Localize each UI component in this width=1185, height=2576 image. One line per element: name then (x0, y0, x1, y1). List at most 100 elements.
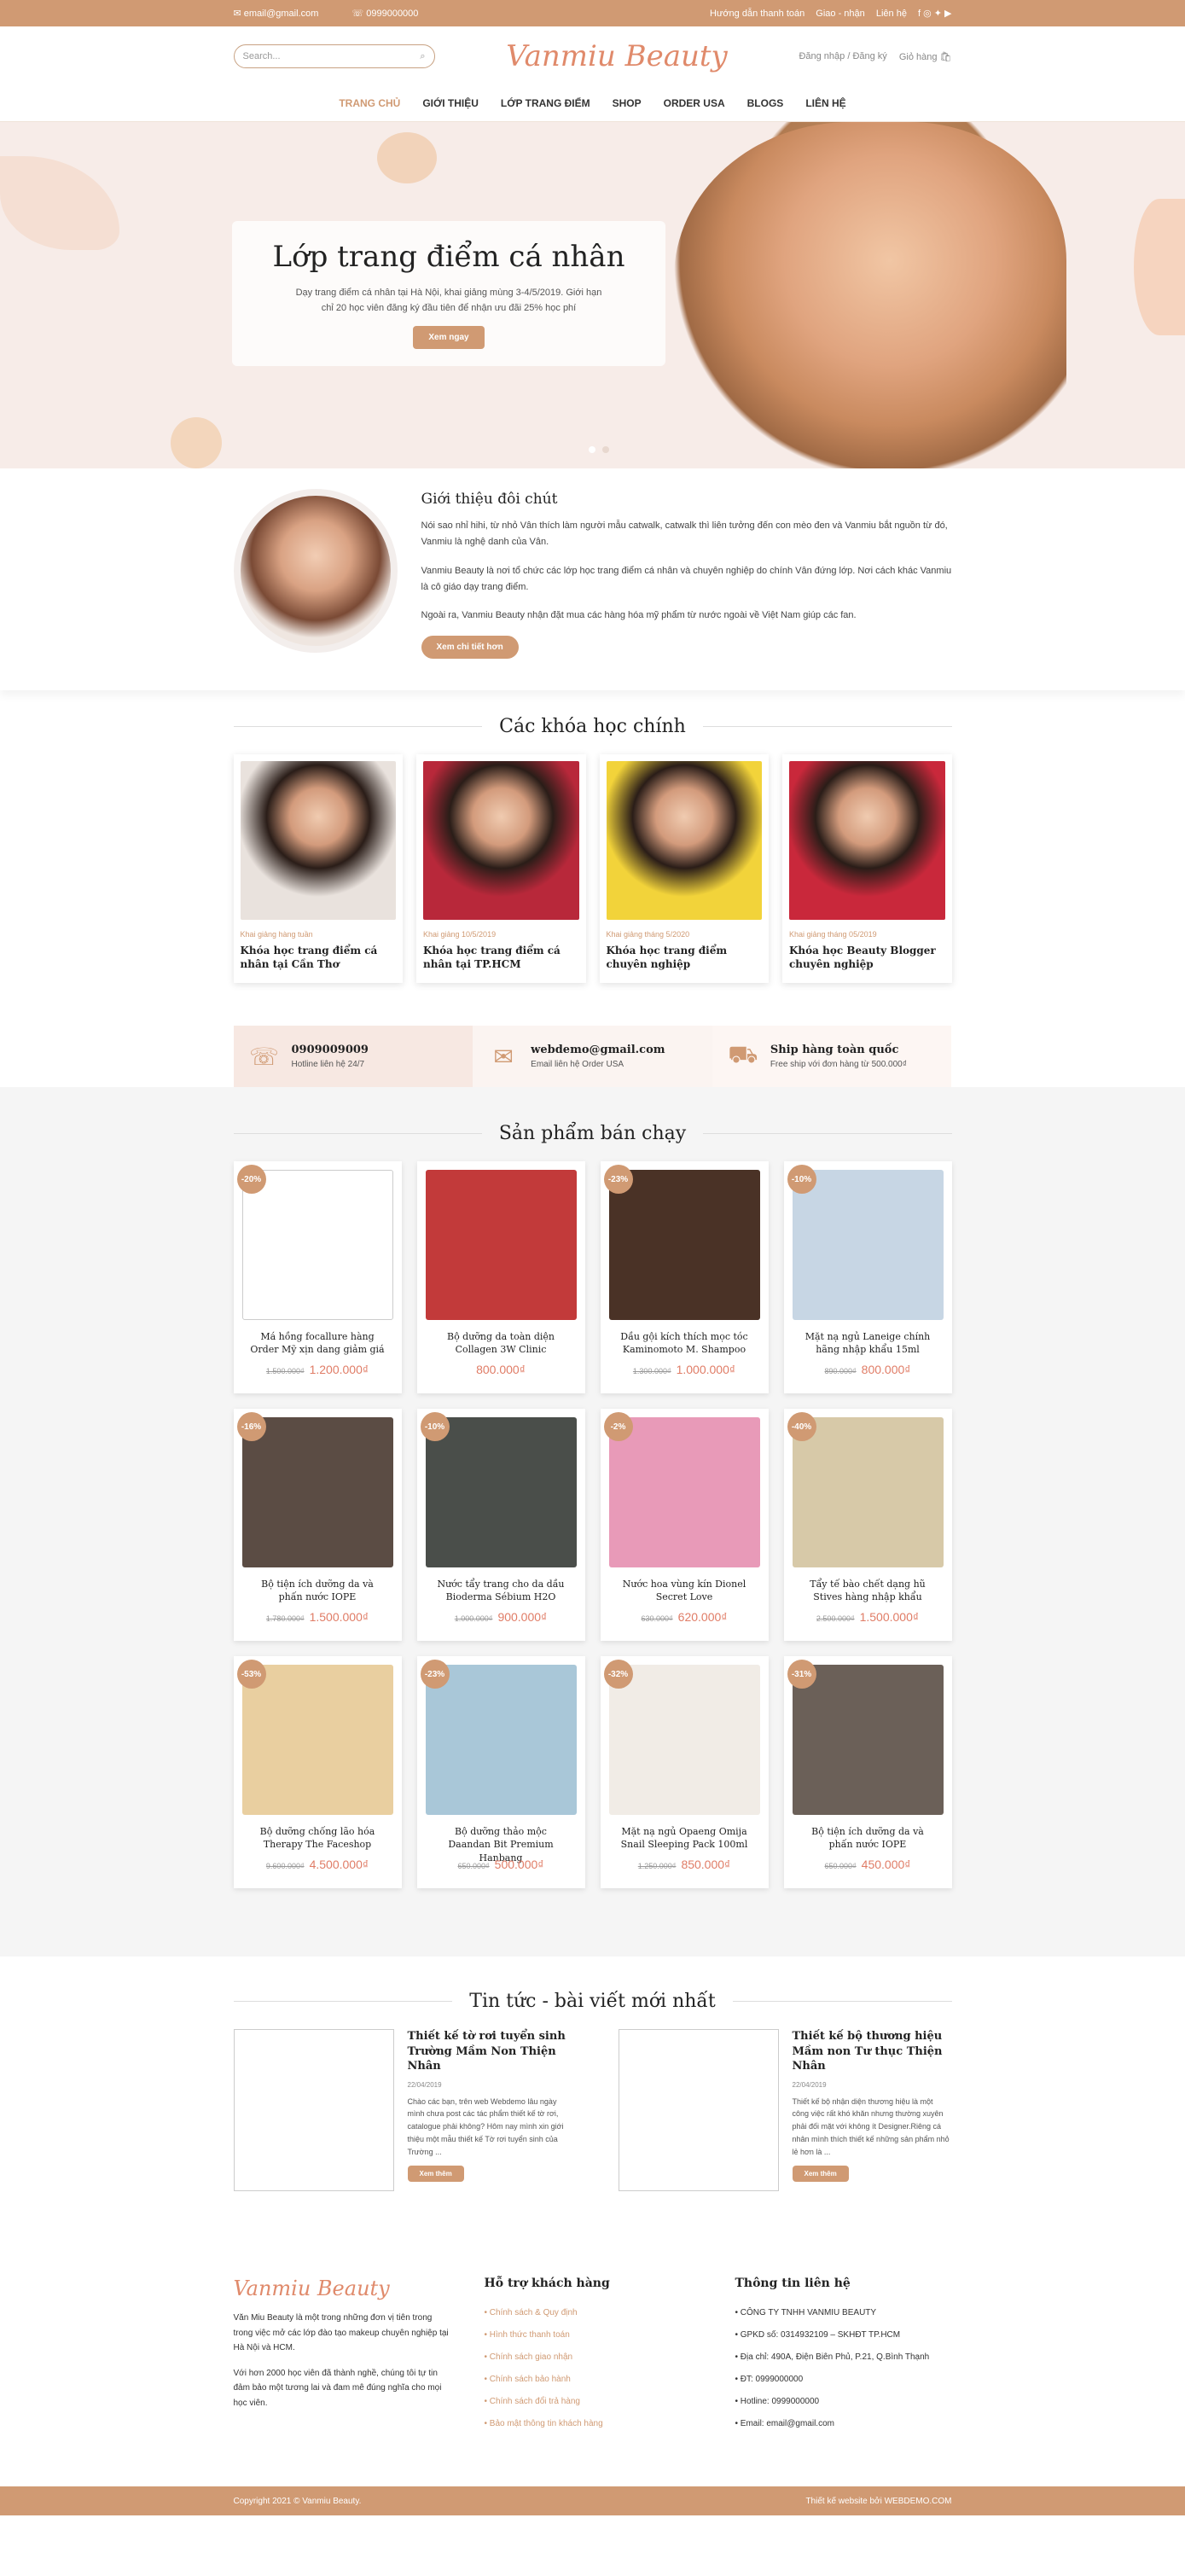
support-link[interactable]: Chính sách đổi trả hàng (485, 2391, 701, 2413)
cart-link[interactable]: Giỏ hàng 🛍 (899, 51, 952, 62)
product-name[interactable]: Bộ dưỡng da toàn diện Collagen 3W Clinic (433, 1330, 570, 1358)
product-card[interactable]: -2% Nước hoa vùng kín Dionel Secret Love… (600, 1409, 769, 1641)
product-card[interactable]: -10% Mặt nạ ngủ Laneige chính hãng nhập … (783, 1161, 952, 1393)
main-nav: TRANG CHỦ GIỚI THIỆU LỚP TRANG ĐIỂM SHOP… (0, 86, 1185, 120)
top-link-delivery[interactable]: Giao - nhận (816, 9, 864, 19)
course-card[interactable]: Khai giảng 10/5/2019 Khóa học trang điểm… (416, 754, 586, 983)
product-name[interactable]: Mặt nạ ngủ Laneige chính hãng nhập khẩu … (799, 1330, 937, 1358)
support-link[interactable]: Chính sách giao nhận (485, 2346, 701, 2369)
product-name[interactable]: Má hồng focallure hàng Order Mỹ xịn dang… (249, 1330, 386, 1358)
course-image[interactable] (606, 761, 762, 920)
product-image[interactable] (241, 1170, 393, 1320)
search-icon[interactable]: ⌕ (420, 51, 425, 62)
social-icons[interactable]: f ◎ ✦ ▶ (918, 9, 952, 19)
old-price: 1.000.000₫ (454, 1614, 493, 1623)
product-card[interactable]: -40% Tẩy tế bào chết dạng hũ Stives hàng… (783, 1409, 952, 1641)
hotline-number[interactable]: 0909009009 (292, 1044, 369, 1056)
hero-textbox: Lớp trang điểm cá nhân Dạy trang điểm cá… (232, 221, 665, 366)
product-image[interactable] (792, 1417, 944, 1567)
product-name[interactable]: Bộ dưỡng chống lão hóa Therapy The Faces… (249, 1825, 386, 1852)
product-name[interactable]: Bộ tiện ích dưỡng da và phấn nước IOPE (249, 1578, 386, 1605)
support-link[interactable]: Hình thức thanh toán (485, 2324, 701, 2346)
course-card[interactable]: Khai giảng tháng 5/2020 Khóa học trang đ… (599, 754, 769, 983)
course-image[interactable] (240, 761, 396, 920)
product-image[interactable] (241, 1665, 393, 1815)
product-card[interactable]: -10% Nước tẩy trang cho da dầu Bioderma … (416, 1409, 585, 1641)
course-date: Khai giảng tháng 05/2019 (789, 930, 877, 939)
about-paragraph: Vanmiu Beauty là nơi tổ chức các lớp học… (421, 565, 952, 592)
product-image[interactable] (425, 1665, 577, 1815)
product-image[interactable] (792, 1665, 944, 1815)
product-card[interactable]: -16% Bộ tiện ích dưỡng da và phấn nước I… (233, 1409, 402, 1641)
product-card[interactable]: -31% Bộ tiện ích dưỡng da và phấn nước I… (783, 1656, 952, 1888)
post-thumbnail[interactable] (233, 2029, 394, 2191)
product-price: 800.000₫ (476, 1363, 526, 1376)
credit-link[interactable]: Thiết kế website bởi WEBDEMO.COM (805, 2497, 951, 2506)
product-card[interactable]: -53% Bộ dưỡng chống lão hóa Therapy The … (233, 1656, 402, 1888)
product-image[interactable] (425, 1417, 577, 1567)
product-image[interactable] (608, 1665, 760, 1815)
product-card[interactable]: -20% Má hồng focallure hàng Order Mỹ xịn… (233, 1161, 402, 1393)
product-name[interactable]: Mặt nạ ngủ Opaeng Omija Snail Sleeping P… (616, 1825, 753, 1852)
nav-blogs[interactable]: BLOGS (747, 97, 784, 109)
email-link[interactable]: ✉ email@gmail.com (234, 9, 334, 19)
post-thumbnail[interactable] (618, 2029, 779, 2191)
product-image[interactable] (241, 1417, 393, 1567)
product-name[interactable]: Nước hoa vùng kín Dionel Secret Love (616, 1578, 753, 1605)
course-title[interactable]: Khóa học trang điểm cá nhân tại Cần Thơ (241, 944, 397, 971)
course-card[interactable]: Khai giảng tháng 05/2019 Khóa học Beauty… (782, 754, 952, 983)
logo[interactable]: Vanmiu Beauty (506, 39, 728, 73)
course-title[interactable]: Khóa học trang điểm chuyên nghiệp (607, 944, 763, 971)
contact-email[interactable]: webdemo@gmail.com (531, 1044, 665, 1056)
product-image[interactable] (608, 1170, 760, 1320)
product-name[interactable]: Nước tẩy trang cho da dầu Bioderma Sébiu… (433, 1578, 570, 1605)
about-more-button[interactable]: Xem chi tiết hơn (421, 636, 519, 660)
product-card[interactable]: -23% Bộ dưỡng thảo mộc Daandan Bit Premi… (416, 1656, 585, 1888)
nav-about[interactable]: GIỚI THIỆU (422, 97, 479, 109)
course-title[interactable]: Khóa học trang điểm cá nhân tại TP.HCM (423, 944, 579, 971)
footer-logo[interactable]: Vanmiu Beauty (234, 2277, 450, 2300)
course-card[interactable]: Khai giảng hàng tuần Khóa học trang điểm… (233, 754, 403, 983)
phone-link[interactable]: ☏ 0999000000 (351, 9, 433, 19)
nav-order-usa[interactable]: ORDER USA (664, 97, 725, 109)
product-card[interactable]: -23% Dầu gội kích thích mọc tóc Kaminomo… (600, 1161, 769, 1393)
slider-dots[interactable] (589, 446, 609, 453)
support-link[interactable]: Chính sách & Quy định (485, 2302, 701, 2324)
product-image[interactable] (608, 1417, 760, 1567)
nav-shop[interactable]: SHOP (613, 97, 642, 109)
product-name[interactable]: Bộ dưỡng thảo mộc Daandan Bit Premium Ha… (433, 1825, 570, 1864)
support-title: Hỗ trợ khách hàng (484, 2277, 610, 2290)
nav-contact[interactable]: LIÊN HỆ (805, 97, 845, 109)
about-section: Giới thiệu đôi chút Nói sao nhỉ hihi, từ… (0, 468, 1185, 690)
nav-home[interactable]: TRANG CHỦ (339, 97, 400, 109)
top-link-payment[interactable]: Hướng dẫn thanh toán (710, 9, 805, 19)
read-more-button[interactable]: Xem thêm (792, 2165, 849, 2182)
course-title[interactable]: Khóa học Beauty Blogger chuyên nghiệp (789, 944, 945, 971)
product-name[interactable]: Bộ tiện ích dưỡng da và phấn nước IOPE (799, 1825, 937, 1852)
product-image[interactable] (425, 1170, 577, 1320)
product-price: 1.000.000₫ (676, 1363, 736, 1376)
login-link[interactable]: Đăng nhập / Đăng ký (799, 51, 886, 62)
product-card[interactable]: Bộ dưỡng da toàn diện Collagen 3W Clinic… (416, 1161, 585, 1393)
course-image[interactable] (789, 761, 945, 920)
course-image[interactable] (423, 761, 579, 920)
search-input[interactable]: Search... ⌕ (233, 44, 435, 68)
read-more-button[interactable]: Xem thêm (407, 2165, 464, 2182)
info-strip: ☏ 0909009009 Hotline liên hệ 24/7 ✉ webdemo… (233, 1026, 952, 1087)
post-title[interactable]: Thiết kế bộ thương hiệu Mầm non Tư thục … (793, 2029, 952, 2074)
product-name[interactable]: Tẩy tế bào chết dạng hũ Stives hàng nhập… (799, 1578, 937, 1605)
nav-makeup-class[interactable]: LỚP TRANG ĐIỂM (501, 97, 590, 109)
support-link[interactable]: Bảo mật thông tin khách hàng (485, 2413, 701, 2435)
news-post: Thiết kế tờ rơi tuyển sinh Trường Mầm No… (233, 2029, 567, 2191)
product-image[interactable] (792, 1170, 944, 1320)
mail-icon: ✉ (493, 1043, 514, 1070)
product-card[interactable]: -32% Mặt nạ ngủ Opaeng Omija Snail Sleep… (600, 1656, 769, 1888)
support-link[interactable]: Chính sách bảo hành (485, 2369, 701, 2391)
product-name[interactable]: Dầu gội kích thích mọc tóc Kaminomoto M.… (616, 1330, 753, 1358)
hero-button[interactable]: Xem ngay (413, 326, 485, 350)
site-header: Search... ⌕ Vanmiu Beauty Đăng nhập / Đă… (0, 26, 1185, 122)
top-link-contact[interactable]: Liên hệ (876, 9, 907, 19)
post-title[interactable]: Thiết kế tờ rơi tuyển sinh Trường Mầm No… (408, 2029, 567, 2074)
about-title: Giới thiệu đôi chút (421, 491, 558, 508)
cart-icon: 🛍 (939, 51, 952, 62)
